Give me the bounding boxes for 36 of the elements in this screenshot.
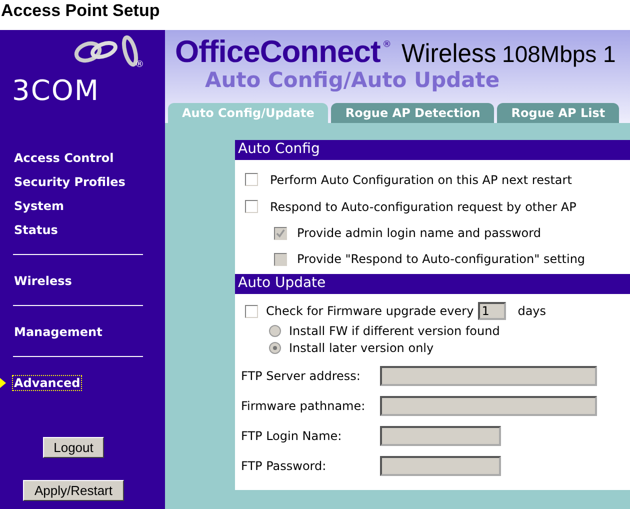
option-label: Provide admin login name and password — [297, 226, 541, 240]
option-label: Respond to Auto-configuration request by other AP — [270, 200, 576, 214]
option-label: Install later version only — [289, 340, 434, 354]
page-title: Access Point Setup — [0, 0, 161, 22]
product-name: OfficeConnect — [175, 34, 380, 70]
sidebar-item[interactable]: System — [12, 198, 66, 214]
registered-mark: ® — [382, 40, 392, 50]
product-line: Wireless — [402, 38, 497, 69]
logo: 3COM — [12, 74, 100, 107]
product-speed: 108Mbps 1 — [502, 41, 616, 68]
sidebar-item[interactable]: Security Profiles — [12, 174, 128, 190]
field-label: FTP Server address: — [241, 369, 362, 383]
section-title: Auto Update — [235, 274, 630, 294]
checkbox[interactable] — [245, 173, 258, 186]
registered-mark: ® — [135, 60, 144, 70]
checkbox[interactable] — [245, 200, 258, 213]
unit-label: days — [518, 304, 546, 318]
field-label: FTP Password: — [241, 459, 328, 473]
field-label: FTP Login Name: — [241, 429, 343, 443]
sidebar-item[interactable]: Management — [12, 324, 104, 340]
sidebar-button[interactable]: Apply/Restart — [23, 480, 124, 501]
option-label: Perform Auto Configuration on this AP next restart — [270, 172, 572, 186]
field-label: Firmware pathname: — [241, 399, 366, 413]
checkbox[interactable] — [245, 304, 258, 318]
sidebar-button[interactable]: Logout — [42, 437, 104, 458]
days-input[interactable]: 1 — [478, 302, 506, 320]
option-label: Check for Firmware upgrade every — [266, 304, 474, 318]
arrow-icon — [0, 378, 6, 388]
sidebar-item[interactable]: Wireless — [12, 273, 74, 289]
section-title: Auto Config — [235, 140, 630, 160]
page-heading: Auto Config/Auto Update — [205, 68, 501, 92]
sidebar-item[interactable]: Access Control — [12, 150, 116, 166]
option-label: Provide "Respond to Auto-configuration" setting — [297, 252, 586, 266]
option-label: Install FW if different version found — [289, 324, 500, 338]
sidebar-item[interactable]: Status — [12, 222, 60, 238]
sidebar-item[interactable]: Advanced — [12, 375, 82, 391]
